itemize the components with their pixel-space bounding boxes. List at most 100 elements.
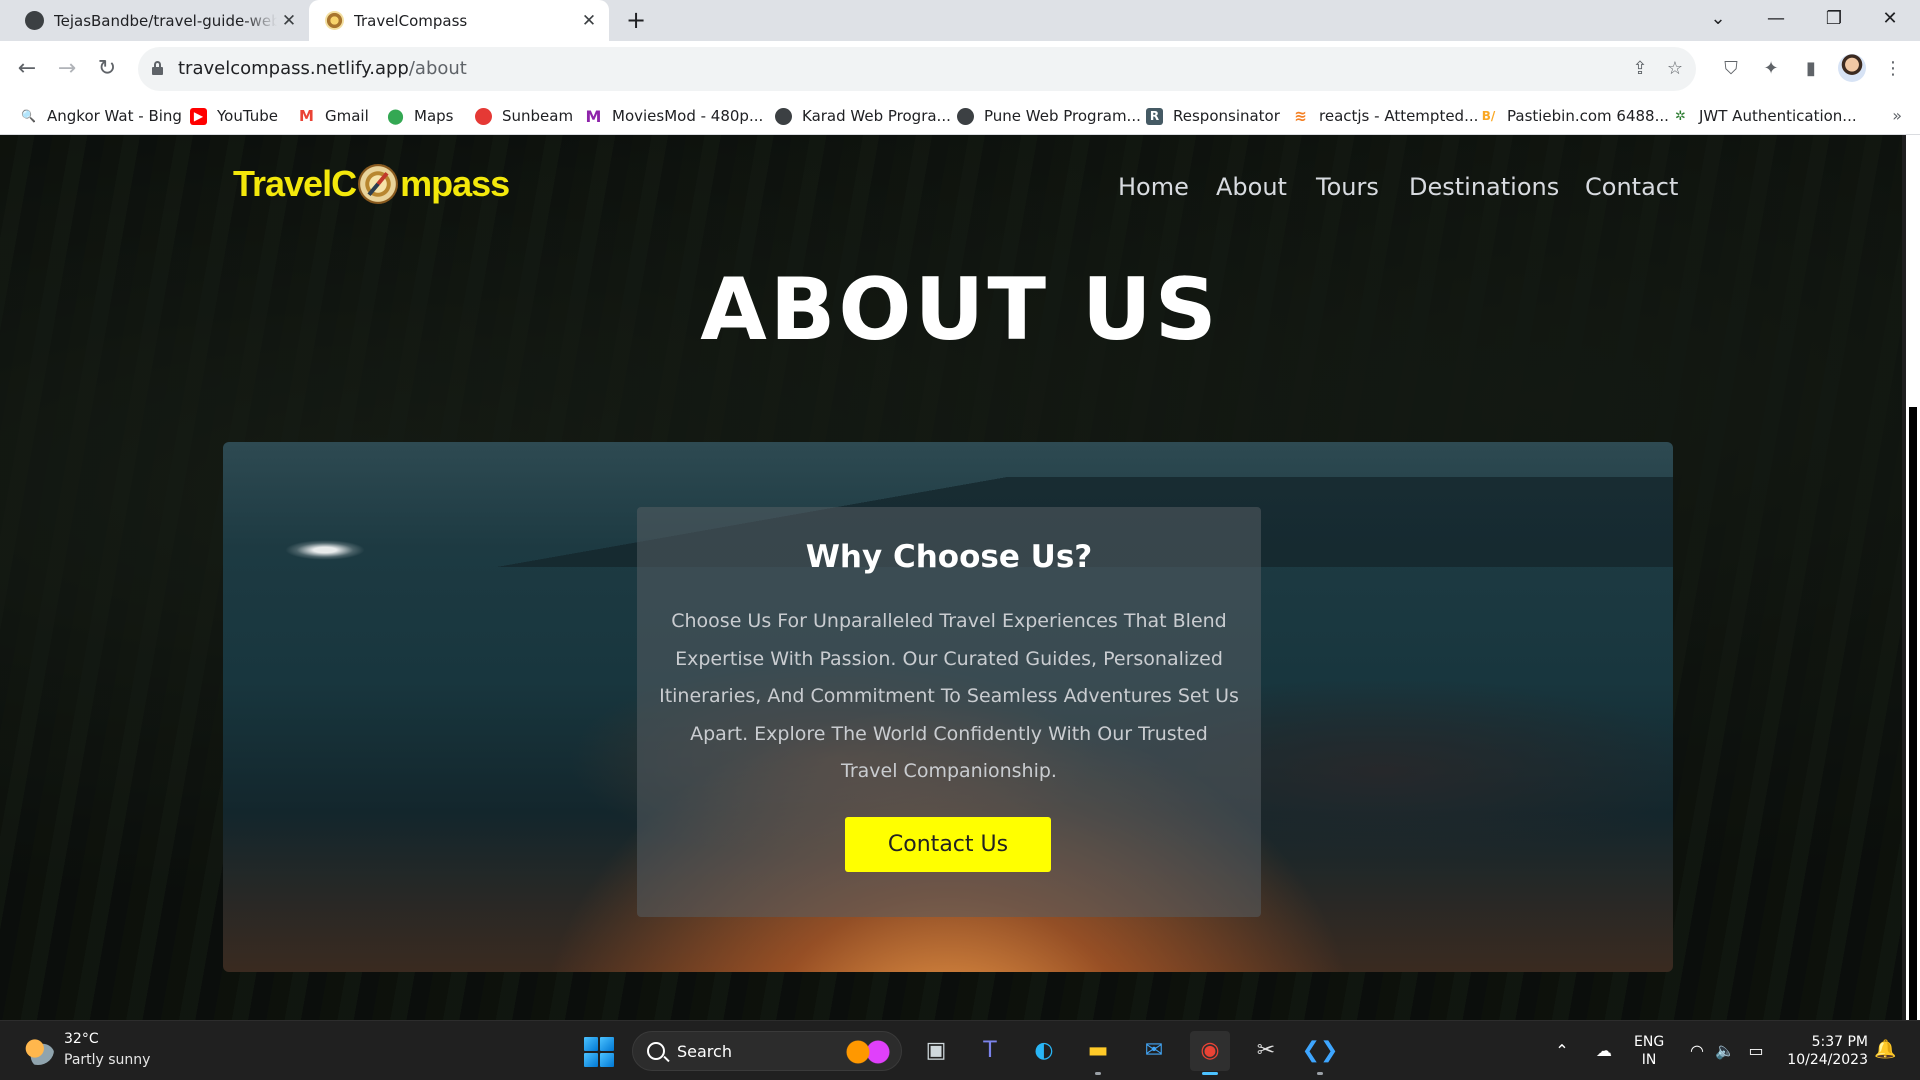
file-explorer-icon[interactable]: ▬ (1078, 1031, 1118, 1075)
search-highlight-icon (843, 1040, 893, 1064)
chrome-icon[interactable]: ◉ (1190, 1031, 1230, 1075)
page-title: ABOUT US (700, 260, 1220, 360)
why-choose-us-title: Why Choose Us? (805, 539, 1093, 575)
bookmark-item[interactable]: M Gmail (298, 97, 369, 135)
why-choose-us-card: Why Choose Us? Choose Us For Unparallele… (637, 507, 1261, 917)
url-text[interactable]: travelcompass.netlify.app/about (178, 47, 467, 91)
bookmark-item[interactable]: Sunbeam (475, 97, 573, 135)
vscode-icon[interactable]: ❮❯ (1300, 1031, 1340, 1075)
bookmark-item[interactable]: Pune Web Program... (957, 97, 1141, 135)
bookmark-label: Maps (414, 107, 454, 125)
bookmark-star-icon[interactable]: ☆ (1663, 57, 1687, 81)
language-indicator[interactable]: ENG IN (1634, 1033, 1664, 1069)
close-window-button[interactable]: ✕ (1862, 0, 1918, 41)
restore-button[interactable]: ❐ (1806, 0, 1862, 41)
taskbar-search[interactable]: Search (632, 1031, 902, 1071)
url-host: travelcompass.netlify.app (178, 58, 409, 79)
nav-destinations[interactable]: Destinations (1409, 173, 1559, 201)
search-icon (647, 1042, 665, 1060)
close-tab-icon[interactable]: ✕ (577, 11, 601, 31)
page-scrollbar[interactable] (1906, 135, 1920, 1020)
volume-icon[interactable]: 🔈 (1714, 1021, 1736, 1080)
bookmark-item[interactable]: M MoviesMod - 480p... (585, 97, 764, 135)
contact-us-button[interactable]: Contact Us (845, 817, 1051, 872)
snipping-tool-icon[interactable]: ✂ (1246, 1031, 1286, 1071)
battery-icon[interactable]: ▭ (1744, 1021, 1768, 1080)
tab-travelcompass[interactable]: TravelCompass ✕ (309, 0, 609, 41)
bookmark-item[interactable]: ✲ JWT Authentication... (1672, 97, 1857, 135)
back-button[interactable]: ← (10, 52, 44, 86)
weather-temperature[interactable]: 32°C (64, 1031, 99, 1047)
extensions-puzzle-icon[interactable]: ✦ (1756, 54, 1786, 84)
show-hidden-icons-chevron-icon[interactable]: ⌃ (1552, 1021, 1572, 1080)
new-tab-button[interactable]: + (620, 7, 652, 35)
url-path: /about (408, 58, 467, 79)
language-code: ENG (1634, 1034, 1665, 1050)
nav-home[interactable]: Home (1118, 173, 1189, 201)
task-view-icon[interactable]: ▣ (916, 1031, 956, 1071)
lock-icon[interactable] (152, 61, 163, 75)
minimize-button[interactable]: — (1748, 0, 1804, 41)
more-menu-icon[interactable]: ⋮ (1878, 54, 1908, 84)
weather-description[interactable]: Partly sunny (64, 1052, 150, 1068)
search-label: Search (677, 1042, 732, 1061)
mail-icon[interactable]: ✉ (1134, 1031, 1174, 1071)
onedrive-icon[interactable]: ☁ (1592, 1021, 1616, 1080)
bookmark-label: Responsinator (1173, 107, 1280, 125)
bookmark-label: JWT Authentication... (1699, 107, 1857, 125)
reload-button[interactable]: ↻ (90, 52, 124, 86)
bookmark-label: Sunbeam (502, 107, 574, 125)
taskbar: 32°C Partly sunny Search ▣ T ◐ ▬ ✉ ◉ ✂ ❮… (0, 1020, 1920, 1080)
bookmark-item[interactable]: R Responsinator (1146, 97, 1280, 135)
tab-search-icon[interactable]: ⌄ (1690, 0, 1746, 41)
site-logo[interactable]: TravelC mpass (233, 163, 510, 205)
gmail-icon: M (299, 106, 314, 125)
responsinator-icon: R (1146, 107, 1163, 125)
share-icon[interactable]: ⇪ (1628, 57, 1652, 81)
compass-favicon-icon (325, 11, 344, 30)
more-bookmarks-icon[interactable]: » (1892, 97, 1902, 135)
tab-title: TravelCompass (354, 11, 468, 30)
bing-search-icon: 🔍 (21, 108, 36, 123)
forward-button[interactable]: → (50, 52, 84, 86)
region-code: IN (1641, 1052, 1657, 1068)
wifi-icon[interactable]: ◠ (1686, 1021, 1708, 1080)
scrollbar-thumb[interactable] (1909, 407, 1917, 1020)
address-bar[interactable]: travelcompass.netlify.app/about ⇪ ☆ (138, 47, 1696, 91)
shield-extension-icon[interactable]: ⛉ (1716, 54, 1746, 84)
logo-text-end: mpass (400, 163, 510, 204)
bookmark-label: Karad Web Progra... (802, 107, 951, 125)
bookmark-label: YouTube (217, 107, 278, 125)
youtube-icon: ▶ (190, 107, 207, 125)
edge-icon[interactable]: ◐ (1024, 1031, 1064, 1071)
tab-title: TejasBandbe/travel-guide-website (54, 11, 277, 30)
bookmarks-bar: 🔍 Angkor Wat - Bing ▶ YouTube M Gmail ⬤ Maps… (0, 97, 1920, 135)
moviesmod-icon: M (585, 106, 602, 126)
nav-tours[interactable]: Tours (1316, 173, 1379, 201)
bookmark-item[interactable]: 🔍 Angkor Wat - Bing (20, 97, 182, 135)
page-viewport: TravelC mpass Home About Tours Destinati… (0, 135, 1920, 1020)
bookmark-item[interactable]: ⬤ Maps (387, 97, 453, 135)
bookmark-item[interactable]: B/Pastiebin.com 6488... (1480, 97, 1669, 135)
bookmark-item[interactable]: ≋ reactjs - Attempted... (1292, 97, 1478, 135)
bookmark-label: Pune Web Program... (984, 107, 1141, 125)
profile-avatar[interactable] (1838, 54, 1866, 82)
close-tab-icon[interactable]: ✕ (277, 11, 301, 31)
teams-icon[interactable]: T (970, 1031, 1010, 1071)
bookmark-item[interactable]: Karad Web Progra... (775, 97, 951, 135)
nav-about[interactable]: About (1216, 173, 1287, 201)
system-clock[interactable]: 5:37 PM 10/24/2023 (1782, 1033, 1868, 1069)
browser-toolbar: ← → ↻ travelcompass.netlify.app/about ⇪ … (0, 41, 1920, 97)
weather-partly-sunny-icon[interactable] (22, 1035, 54, 1065)
bookmark-item[interactable]: ▶ YouTube (190, 97, 278, 135)
notification-bell-icon[interactable]: 🔔 (1874, 1039, 1896, 1060)
tab-github[interactable]: TejasBandbe/travel-guide-website ✕ (0, 0, 309, 41)
maps-icon: ⬤ (387, 106, 404, 125)
globe-icon (775, 107, 792, 125)
bookmark-label: reactjs - Attempted... (1319, 107, 1479, 125)
side-panel-icon[interactable]: ▮ (1796, 54, 1826, 84)
bookmark-label: MoviesMod - 480p... (612, 107, 764, 125)
start-windows-icon[interactable] (584, 1037, 614, 1067)
nav-contact[interactable]: Contact (1585, 173, 1678, 201)
github-icon (25, 11, 44, 30)
